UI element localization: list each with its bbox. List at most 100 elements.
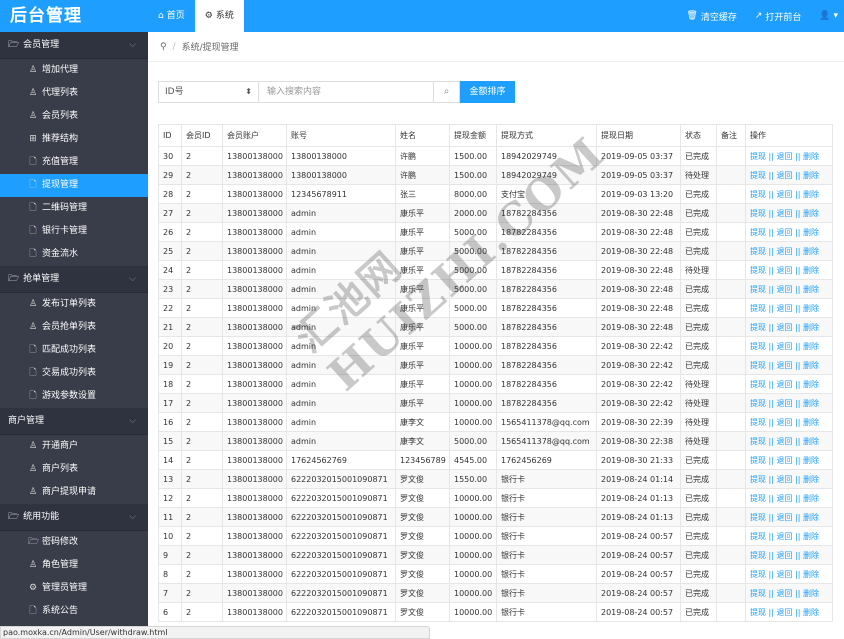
table-cell: 13800138000 <box>222 336 287 356</box>
table-cell: 18782284356 <box>496 317 597 337</box>
row-actions: 提现 || 退回 || 删除 <box>745 222 833 242</box>
action-links[interactable]: 提现 || 退回 || 删除 <box>750 418 819 427</box>
sidebar-item-roles[interactable]: ♙ 角色管理 <box>0 554 148 577</box>
sidebar-item-label: 代理列表 <box>42 88 79 98</box>
amount-sort-button[interactable]: 金额排序 <box>460 81 515 103</box>
table-cell: 13800138000 <box>222 564 287 584</box>
sidebar-item-withdraw[interactable]: 🗋 提现管理 <box>0 174 148 197</box>
search-field-select[interactable]: ID号 ⬍ <box>158 81 259 103</box>
table-cell: 已完成 <box>680 146 717 166</box>
sidebar-item-qrcode[interactable]: 🗋 二维码管理 <box>0 197 148 220</box>
search-input[interactable]: 输入搜索内容 <box>259 81 434 103</box>
table-cell: 2 <box>181 545 223 565</box>
action-links[interactable]: 提现 || 退回 || 删除 <box>750 152 819 161</box>
table-cell: 已完成 <box>680 526 717 546</box>
table-row: 20 2 13800138000 admin 康乐平 10000.00 1878228435… <box>158 336 833 356</box>
table-cell: 张三 <box>395 184 450 204</box>
sidebar-group-orders[interactable]: 🗁 抢单管理 ⌵ <box>0 266 148 293</box>
sidebar-item-password[interactable]: 🗁 密码修改 <box>0 531 148 554</box>
table-cell: 13800138000 <box>222 602 287 622</box>
table-cell: 21 <box>158 317 182 337</box>
sidebar-item-recharge[interactable]: 🗋 充值管理 <box>0 151 148 174</box>
table-cell: 康李文 <box>395 412 450 432</box>
action-links[interactable]: 提现 || 退回 || 删除 <box>750 247 819 256</box>
search-icon[interactable]: ⌕ <box>434 81 460 103</box>
table-cell: 13800138000 <box>222 507 287 527</box>
action-links[interactable]: 提现 || 退回 || 删除 <box>750 437 819 446</box>
action-links[interactable]: 提现 || 退回 || 删除 <box>750 513 819 522</box>
action-links[interactable]: 提现 || 退回 || 删除 <box>750 399 819 408</box>
action-links[interactable]: 提现 || 退回 || 删除 <box>750 342 819 351</box>
table-cell: 18 <box>158 374 182 394</box>
action-links[interactable]: 提现 || 退回 || 删除 <box>750 456 819 465</box>
sidebar-item-bank-card[interactable]: 🗋 银行卡管理 <box>0 220 148 243</box>
table-cell: 26 <box>158 222 182 242</box>
table-cell: 10000.00 <box>449 412 497 432</box>
table-cell: 13800138000 <box>222 165 287 185</box>
sidebar-item-add-agent[interactable]: ♙ 增加代理 <box>0 59 148 82</box>
row-actions: 提现 || 退回 || 删除 <box>745 412 833 432</box>
table-cell: 2019-08-24 01:13 <box>596 488 681 508</box>
sidebar-item-announcement[interactable]: 🗋 系统公告 <box>0 600 148 623</box>
table-cell: 2 <box>181 431 223 451</box>
table-cell: 6222032015001090871 <box>286 602 396 622</box>
action-links[interactable]: 提现 || 退回 || 删除 <box>750 570 819 579</box>
action-links[interactable]: 提现 || 退回 || 删除 <box>750 171 819 180</box>
breadcrumb-path[interactable]: 系统/提现管理 <box>182 40 239 53</box>
row-actions: 提现 || 退回 || 删除 <box>745 564 833 584</box>
sidebar-item-trade-success[interactable]: 🗋 交易成功列表 <box>0 362 148 385</box>
sidebar-group-common[interactable]: 🗁 统用功能 ⌵ <box>0 504 148 531</box>
action-links[interactable]: 提现 || 退回 || 删除 <box>750 361 819 370</box>
table-cell: 银行卡 <box>496 545 597 565</box>
clear-cache-button[interactable]: 🗑 清空缓存 <box>686 10 736 23</box>
sidebar-item-referral-structure[interactable]: ⊞ 推荐结构 <box>0 128 148 151</box>
action-links[interactable]: 提现 || 退回 || 删除 <box>750 494 819 503</box>
sidebar-item-publish-orders[interactable]: ♙ 发布订单列表 <box>0 293 148 316</box>
sidebar-item-member-list[interactable]: ♙ 会员列表 <box>0 105 148 128</box>
table-cell: 待处理 <box>680 393 717 413</box>
table-cell: 123456789 <box>395 450 450 470</box>
sidebar-item-merchant-withdraw[interactable]: ♙ 商户提现申请 <box>0 481 148 504</box>
tab-home-label: 首页 <box>166 11 185 21</box>
sidebar-item-match-success[interactable]: 🗋 匹配成功列表 <box>0 339 148 362</box>
table-cell: 1762456269 <box>496 450 597 470</box>
sidebar-item-fund-flow[interactable]: 🗋 资金流水 <box>0 243 148 266</box>
tab-system-label: 系统 <box>215 11 234 21</box>
action-links[interactable]: 提现 || 退回 || 删除 <box>750 323 819 332</box>
action-links[interactable]: 提现 || 退回 || 删除 <box>750 532 819 541</box>
open-frontend-button[interactable]: ↗ 打开前台 <box>755 10 802 23</box>
sidebar-group-members[interactable]: 🗁 会员管理 ⌵ <box>0 32 148 59</box>
action-links[interactable]: 提现 || 退回 || 删除 <box>750 228 819 237</box>
table-row: 23 2 13800138000 admin 康乐平 5000.00 18782284356… <box>158 279 833 299</box>
tab-system[interactable]: ⚙ 系统 <box>194 0 244 32</box>
action-links[interactable]: 提现 || 退回 || 删除 <box>750 285 819 294</box>
table-cell: 2 <box>181 336 223 356</box>
action-links[interactable]: 提现 || 退回 || 删除 <box>750 304 819 313</box>
table-cell <box>716 507 746 527</box>
action-links[interactable]: 提现 || 退回 || 删除 <box>750 209 819 218</box>
sidebar-item-game-settings[interactable]: 🗋 游戏参数设置 <box>0 385 148 408</box>
sidebar-item-member-grab[interactable]: ♙ 会员抢单列表 <box>0 316 148 339</box>
action-links[interactable]: 提现 || 退回 || 删除 <box>750 266 819 275</box>
action-links[interactable]: 提现 || 退回 || 删除 <box>750 475 819 484</box>
action-links[interactable]: 提现 || 退回 || 删除 <box>750 589 819 598</box>
sidebar-group-merchants[interactable]: 商户管理 ⌵ <box>0 408 148 435</box>
action-links[interactable]: 提现 || 退回 || 删除 <box>750 190 819 199</box>
document-icon: 🗋 <box>29 391 37 401</box>
table-row: 8 2 13800138000 6222032015001090871 罗文俊 10000… <box>158 564 833 584</box>
action-links[interactable]: 提现 || 退回 || 删除 <box>750 380 819 389</box>
user-menu-icon[interactable]: 👤 ▾ <box>819 11 838 21</box>
table-cell: 2 <box>181 260 223 280</box>
sidebar-item-merchant-list[interactable]: ♙ 商户列表 <box>0 458 148 481</box>
table-cell: 18782284356 <box>496 336 597 356</box>
sidebar-item-agent-list[interactable]: ♙ 代理列表 <box>0 82 148 105</box>
table-cell: 2 <box>181 222 223 242</box>
table-cell: 13800138000 <box>222 146 287 166</box>
action-links[interactable]: 提现 || 退回 || 删除 <box>750 608 819 617</box>
sidebar-item-admins[interactable]: ⚙ 管理员管理 <box>0 577 148 600</box>
sidebar-item-open-merchant[interactable]: ♙ 开通商户 <box>0 435 148 458</box>
table-cell: 22 <box>158 298 182 318</box>
action-links[interactable]: 提现 || 退回 || 删除 <box>750 551 819 560</box>
table-cell: 6222032015001090871 <box>286 469 396 489</box>
tab-home[interactable]: ⌂ 首页 <box>148 0 195 32</box>
